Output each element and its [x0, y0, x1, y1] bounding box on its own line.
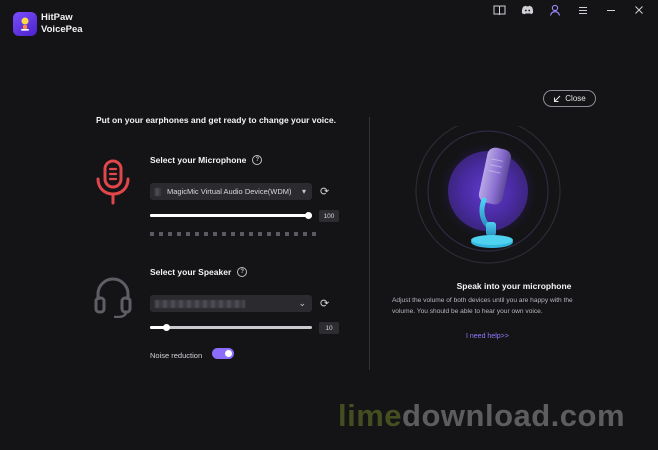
meter-segment [150, 232, 154, 236]
close-window-icon[interactable] [630, 3, 648, 17]
meter-segment [159, 232, 163, 236]
microphone-volume-slider[interactable] [150, 212, 312, 219]
meter-segment [195, 232, 199, 236]
minimize-icon[interactable] [602, 3, 620, 17]
noise-reduction-toggle[interactable] [212, 348, 234, 359]
menu-icon[interactable] [574, 3, 592, 17]
meter-segment [222, 232, 226, 236]
meter-segment [312, 232, 316, 236]
meter-segment [258, 232, 262, 236]
help-icon[interactable]: ? [237, 267, 248, 277]
headphones-icon [93, 274, 133, 323]
microphone-illustration [408, 118, 568, 271]
meter-segment [168, 232, 172, 236]
slider-thumb[interactable] [163, 324, 170, 331]
microphone-title: Select your Microphone [150, 155, 247, 165]
app-title: HitPaw VoicePea [41, 12, 83, 36]
microphone-level-meter [150, 232, 316, 236]
microphone-volume-value[interactable]: 100 [319, 210, 339, 222]
refresh-icon[interactable]: ⟳ [320, 297, 329, 310]
meter-segment [276, 232, 280, 236]
help-link[interactable]: I need help>> [466, 333, 509, 340]
meter-segment [240, 232, 244, 236]
speaker-select[interactable]: ⌄ [150, 295, 312, 312]
meter-segment [213, 232, 217, 236]
meter-segment [249, 232, 253, 236]
intro-text: Put on your earphones and get ready to c… [96, 115, 336, 125]
help-icon[interactable]: ? [252, 155, 263, 165]
right-panel-title: Speak into your microphone [456, 281, 572, 291]
microphone-device-label: MagicMic Virtual Audio Device(WDM) [167, 187, 292, 196]
book-icon[interactable] [490, 3, 508, 17]
watermark-part2: download.com [402, 398, 626, 433]
watermark-part1: lime [338, 398, 403, 433]
slider-fill [150, 214, 312, 217]
noise-reduction-label: Noise reduction [150, 351, 203, 360]
meter-segment [177, 232, 181, 236]
speaker-title: Select your Speaker [150, 267, 232, 277]
meter-segment [294, 232, 298, 236]
window-toolbar [490, 3, 648, 17]
close-button-label: Close [565, 94, 586, 103]
microphone-select[interactable]: MagicMic Virtual Audio Device(WDM) ▾ [150, 183, 312, 200]
app-title-line1: HitPaw [41, 12, 73, 23]
microphone-logo-icon [21, 17, 29, 31]
microphone-icon [95, 159, 131, 212]
chevron-down-icon: ▾ [301, 187, 306, 196]
arrow-down-left-icon [554, 95, 561, 102]
app-logo [13, 12, 37, 36]
meter-segment [186, 232, 190, 236]
chevron-down-icon: ⌄ [298, 298, 306, 308]
discord-icon[interactable] [518, 3, 536, 17]
speaker-section-title: Select your Speaker ? [150, 267, 248, 277]
meter-segment [204, 232, 208, 236]
panel-divider [369, 117, 370, 370]
app-title-line2: VoicePea [41, 24, 83, 35]
close-button[interactable]: Close [543, 90, 596, 107]
speaker-volume-value[interactable]: 10 [319, 322, 339, 334]
refresh-icon[interactable]: ⟳ [320, 185, 329, 198]
microphone-section-title: Select your Microphone ? [150, 155, 263, 165]
meter-segment [285, 232, 289, 236]
watermark: limedownload.com [338, 398, 625, 434]
speaker-volume-slider[interactable] [150, 324, 312, 331]
right-panel-description: Adjust the volume of both devices until … [392, 297, 573, 315]
meter-segment [303, 232, 307, 236]
user-icon[interactable] [546, 3, 564, 17]
slider-track [150, 326, 312, 329]
meter-segment [267, 232, 271, 236]
meter-segment [231, 232, 235, 236]
blurred-text [155, 299, 245, 308]
blurred-text [155, 187, 161, 196]
slider-thumb[interactable] [305, 212, 312, 219]
